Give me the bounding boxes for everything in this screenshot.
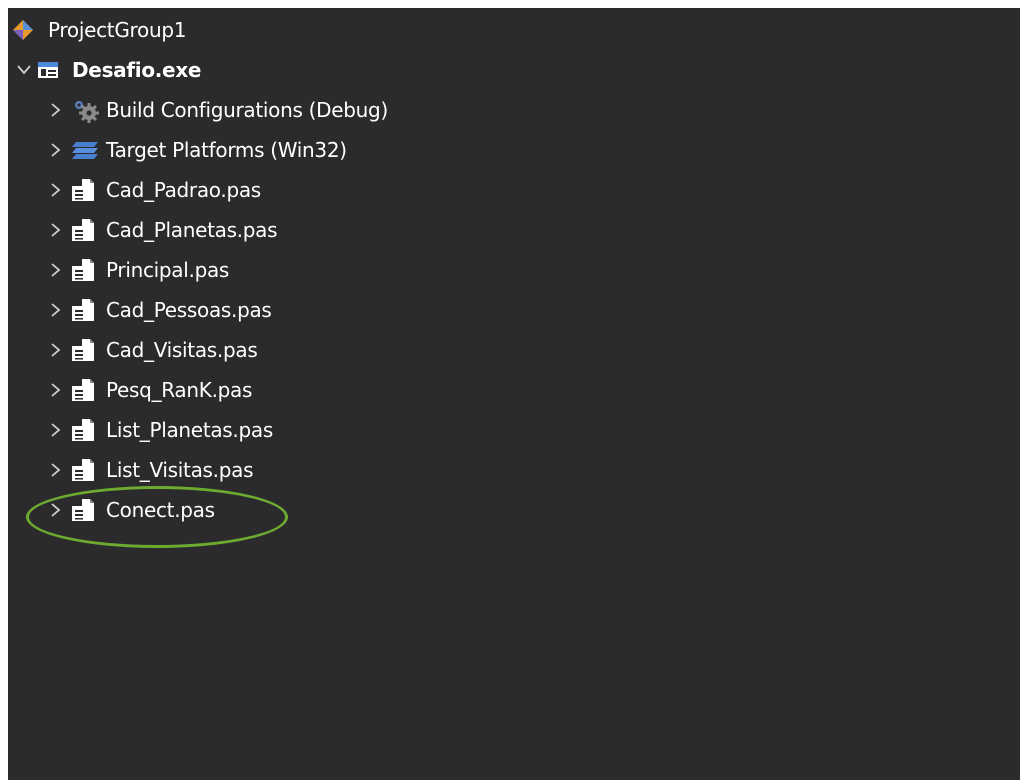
tree-node-file[interactable]: Cad_Padrao.pas — [42, 170, 261, 210]
chevron-right-icon[interactable] — [42, 90, 70, 130]
build-config-gear-icon — [70, 90, 104, 130]
tree-node-file-conect[interactable]: Conect.pas — [42, 490, 215, 530]
pas-file-icon — [70, 410, 104, 450]
chevron-down-icon[interactable] — [12, 50, 36, 90]
pas-file-icon — [70, 450, 104, 490]
tree-node-file[interactable]: Principal.pas — [42, 250, 229, 290]
tree-node-label: Principal.pas — [106, 258, 230, 282]
project-group-icon — [12, 10, 46, 50]
pas-file-icon — [70, 490, 104, 530]
chevron-right-icon[interactable] — [42, 490, 70, 530]
tree-node-target-platforms[interactable]: Target Platforms (Win32) — [42, 130, 347, 170]
pas-file-icon — [70, 290, 104, 330]
chevron-right-icon[interactable] — [42, 330, 70, 370]
project-manager-panel: ProjectGroup1 Desafio.exe Build Configur… — [8, 8, 1020, 780]
tree-node-label: List_Planetas.pas — [106, 418, 273, 442]
tree-node-label: Target Platforms (Win32) — [106, 138, 347, 162]
tree-node-file[interactable]: Cad_Visitas.pas — [42, 330, 258, 370]
pas-file-icon — [70, 370, 104, 410]
pas-file-icon — [70, 250, 104, 290]
tree-node-label: Cad_Planetas.pas — [106, 218, 278, 242]
tree-node-file[interactable]: Cad_Planetas.pas — [42, 210, 278, 250]
tree-node-project-group[interactable]: ProjectGroup1 — [12, 10, 186, 50]
tree-node-file[interactable]: List_Visitas.pas — [42, 450, 253, 490]
tree-node-label: List_Visitas.pas — [106, 458, 254, 482]
pas-file-icon — [70, 210, 104, 250]
chevron-right-icon[interactable] — [42, 450, 70, 490]
chevron-right-icon[interactable] — [42, 410, 70, 450]
chevron-right-icon[interactable] — [42, 290, 70, 330]
target-platforms-icon — [70, 130, 104, 170]
chevron-right-icon[interactable] — [42, 170, 70, 210]
tree-node-file[interactable]: Pesq_RanK.pas — [42, 370, 252, 410]
tree-node-project[interactable]: Desafio.exe — [12, 50, 202, 90]
pas-file-icon — [70, 330, 104, 370]
project-group-label: ProjectGroup1 — [48, 18, 187, 42]
tree-node-label: Pesq_RanK.pas — [106, 378, 253, 402]
pas-file-icon — [70, 170, 104, 210]
tree-node-file[interactable]: Cad_Pessoas.pas — [42, 290, 272, 330]
project-label: Desafio.exe — [72, 58, 202, 82]
tree-node-file[interactable]: List_Planetas.pas — [42, 410, 273, 450]
chevron-right-icon[interactable] — [42, 210, 70, 250]
chevron-right-icon[interactable] — [42, 130, 70, 170]
chevron-right-icon[interactable] — [42, 370, 70, 410]
tree-node-build-configurations[interactable]: Build Configurations (Debug) — [42, 90, 388, 130]
tree-node-label: Cad_Padrao.pas — [106, 178, 261, 202]
tree-node-label: Cad_Visitas.pas — [106, 338, 258, 362]
tree-node-label: Build Configurations (Debug) — [106, 98, 388, 122]
tree-node-label: Cad_Pessoas.pas — [106, 298, 272, 322]
tree-node-label: Conect.pas — [106, 498, 215, 522]
chevron-right-icon[interactable] — [42, 250, 70, 290]
project-exe-icon — [36, 50, 70, 90]
